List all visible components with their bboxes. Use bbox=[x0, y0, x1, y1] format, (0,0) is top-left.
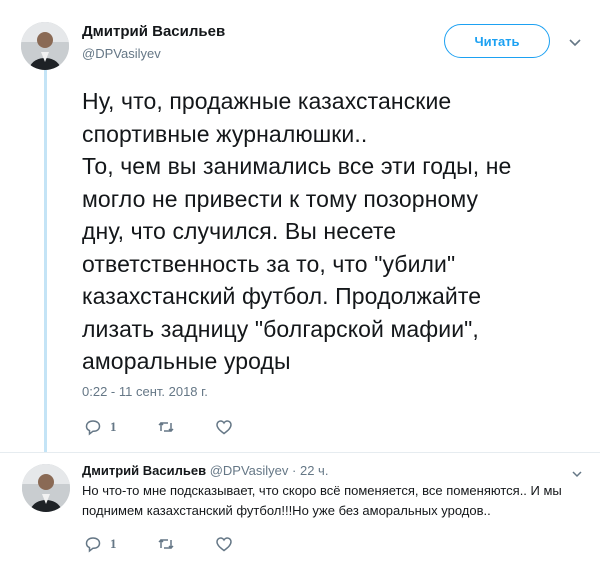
author-name[interactable]: Дмитрий Васильев bbox=[82, 23, 225, 40]
chevron-down-icon[interactable] bbox=[566, 36, 584, 50]
avatar-image bbox=[21, 22, 69, 70]
retweet-button[interactable] bbox=[157, 535, 175, 553]
divider bbox=[0, 452, 600, 453]
reply-text: Но что-то мне подсказывает, что скоро вс… bbox=[82, 483, 562, 518]
follow-button[interactable]: Читать bbox=[444, 24, 550, 58]
tweet-text: Ну, что, продажные казахстанские спортив… bbox=[82, 88, 512, 374]
reply-button[interactable]: 1 bbox=[84, 418, 117, 436]
retweet-icon bbox=[157, 418, 175, 436]
reply-actions: 1 bbox=[84, 535, 273, 553]
like-button[interactable] bbox=[215, 418, 233, 436]
tweet-timestamp[interactable]: 0:22 - 11 сент. 2018 г. bbox=[82, 384, 208, 399]
reply-icon bbox=[84, 418, 102, 436]
like-icon bbox=[215, 418, 233, 436]
reply-author-meta[interactable]: @DPVasilyev · 22 ч. bbox=[210, 463, 329, 478]
reply-count: 1 bbox=[110, 419, 117, 434]
reply-author-name[interactable]: Дмитрий Васильев bbox=[82, 463, 206, 478]
author-handle[interactable]: @DPVasilyev bbox=[82, 46, 161, 61]
reply-avatar[interactable] bbox=[22, 464, 70, 512]
avatar[interactable] bbox=[21, 22, 69, 70]
retweet-icon bbox=[157, 535, 175, 553]
retweet-button[interactable] bbox=[157, 418, 175, 436]
like-icon bbox=[215, 535, 233, 553]
tweet-actions: 1 bbox=[84, 418, 273, 436]
reply-icon bbox=[84, 535, 102, 553]
reply-header: Дмитрий Васильев @DPVasilyev · 22 ч. bbox=[82, 463, 328, 478]
chevron-down-icon[interactable] bbox=[570, 466, 584, 478]
thread-connector-line bbox=[44, 68, 47, 453]
reply-count: 1 bbox=[110, 536, 117, 551]
reply-button[interactable]: 1 bbox=[84, 535, 117, 553]
like-button[interactable] bbox=[215, 535, 233, 553]
avatar-image bbox=[22, 464, 70, 512]
